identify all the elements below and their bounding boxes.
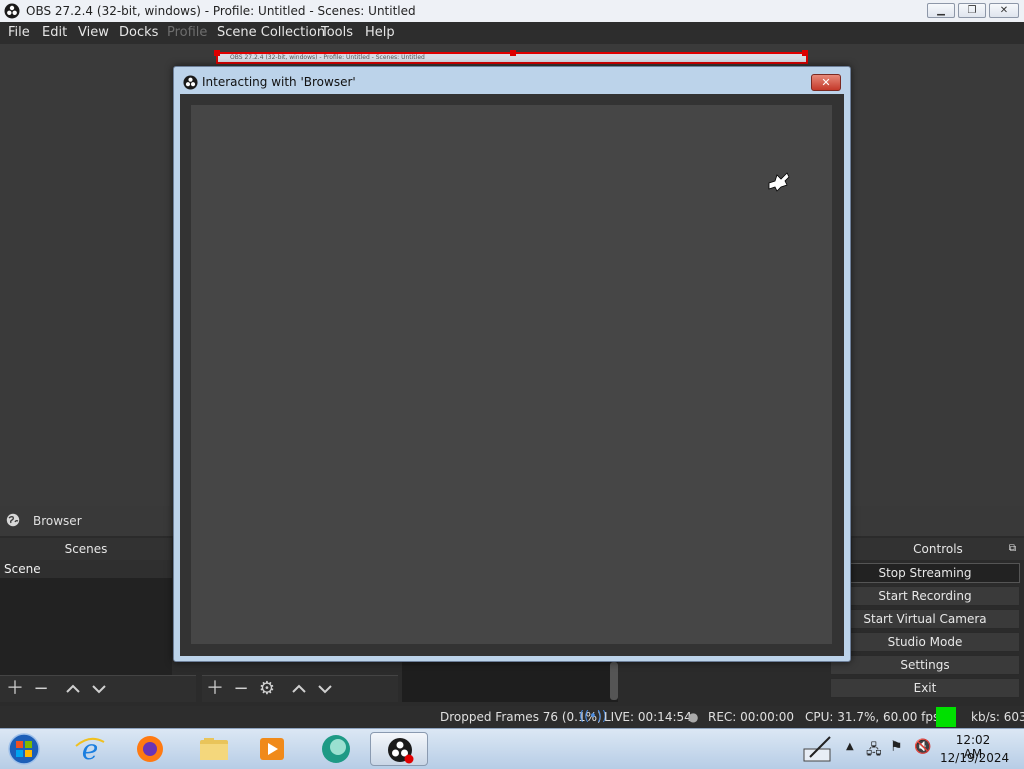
window-title: OBS 27.2.4 (32-bit, windows) - Profile: …: [26, 4, 416, 18]
move-down-icon[interactable]: [316, 680, 334, 698]
menu-scene-collection[interactable]: Scene Collection: [217, 25, 325, 40]
move-up-icon[interactable]: [290, 680, 308, 698]
menu-profile[interactable]: Profile: [167, 25, 207, 40]
settings-button[interactable]: Settings: [830, 655, 1020, 675]
bitrate: kb/s: 6033: [971, 710, 1024, 724]
remove-source-button[interactable]: −: [232, 680, 250, 698]
network-icon[interactable]: 🖧: [866, 739, 882, 763]
remove-scene-button[interactable]: −: [32, 680, 50, 698]
scrollbar[interactable]: [610, 662, 618, 700]
preview-thumbnail-title: OBS 27.2.4 (32-bit, windows) - Profile: …: [230, 54, 425, 61]
menu-docks[interactable]: Docks: [119, 25, 158, 40]
show-hidden-icons[interactable]: ▲: [846, 741, 854, 752]
dock-float-icon[interactable]: ⧉: [1009, 538, 1016, 560]
exit-button[interactable]: Exit: [830, 678, 1020, 698]
record-dot-icon: ●: [688, 710, 699, 724]
resize-handle[interactable]: [510, 50, 516, 56]
live-signal-icon: ((•)): [579, 709, 607, 724]
browser-interaction-area[interactable]: [191, 105, 832, 644]
menu-bar: File Edit View Docks Profile Scene Colle…: [0, 22, 1024, 44]
gear-icon[interactable]: ⚙: [258, 680, 276, 698]
live-time: LIVE: 00:14:54: [604, 710, 692, 724]
resize-handle[interactable]: [802, 50, 808, 56]
interact-dialog: Interacting with 'Browser' ✕: [173, 66, 851, 662]
dropped-frames: Dropped Frames 76 (0.1%): [440, 710, 602, 724]
menu-file[interactable]: File: [8, 25, 30, 40]
close-icon: ✕: [821, 76, 831, 89]
status-bar: Dropped Frames 76 (0.1%) ((•)) LIVE: 00:…: [0, 706, 1024, 728]
dialog-frame: [180, 94, 844, 656]
scene-name: Scene: [4, 562, 41, 576]
start-virtual-camera-button[interactable]: Start Virtual Camera: [830, 609, 1020, 629]
add-source-button[interactable]: ＋: [206, 680, 224, 698]
action-center-flag-icon[interactable]: ⚑: [890, 739, 903, 755]
globe-icon: [6, 513, 20, 527]
obs-studio-icon: [388, 738, 414, 764]
file-explorer-icon[interactable]: [194, 732, 234, 766]
dialog-close-button[interactable]: ✕: [811, 74, 841, 91]
add-scene-button[interactable]: ＋: [6, 680, 24, 698]
minimize-icon: ▁: [937, 5, 945, 16]
move-up-icon[interactable]: [64, 680, 82, 698]
start-recording-button[interactable]: Start Recording: [830, 586, 1020, 606]
svg-text:e: e: [82, 733, 99, 766]
menu-help[interactable]: Help: [365, 25, 395, 40]
scenes-dock-header: Scenes: [0, 538, 172, 560]
volume-muted-icon[interactable]: 🔇: [914, 739, 931, 755]
media-player-icon[interactable]: [252, 732, 292, 766]
close-icon: ✕: [999, 5, 1009, 16]
controls-dock-title: Controls: [913, 542, 963, 556]
obs-logo-icon: [183, 75, 198, 90]
dialog-title: Interacting with 'Browser': [202, 75, 356, 89]
sources-toolbar: ＋ − ⚙: [202, 675, 398, 702]
internet-explorer-icon[interactable]: e: [70, 732, 110, 766]
windows-start-icon[interactable]: [4, 732, 44, 766]
menu-view[interactable]: View: [78, 25, 109, 40]
rec-time: REC: 00:00:00: [708, 710, 795, 724]
move-down-icon[interactable]: [90, 680, 108, 698]
preview-source-bounds[interactable]: OBS 27.2.4 (32-bit, windows) - Profile: …: [214, 50, 808, 64]
obs-taskbar-button[interactable]: [370, 732, 428, 766]
minimize-button[interactable]: ▁: [927, 3, 955, 18]
source-name: Browser: [33, 514, 82, 528]
clock-date[interactable]: 12/19/2024: [940, 751, 1009, 765]
scenes-toolbar: ＋ −: [0, 675, 196, 702]
list-item[interactable]: Scene: [0, 560, 172, 578]
restore-icon: ❐: [967, 5, 977, 16]
cursor-icon: [768, 172, 790, 192]
menu-edit[interactable]: Edit: [42, 25, 67, 40]
pen-tablet-icon[interactable]: [802, 735, 834, 763]
firefox-icon[interactable]: [130, 732, 170, 766]
controls-dock-header: Controls ⧉: [852, 538, 1024, 560]
audio-mixer-panel: [402, 662, 618, 702]
close-button[interactable]: ✕: [989, 3, 1019, 18]
menu-tools[interactable]: Tools: [321, 25, 353, 40]
studio-mode-button[interactable]: Studio Mode: [830, 632, 1020, 652]
restore-button[interactable]: ❐: [958, 3, 986, 18]
window-title-bar: OBS 27.2.4 (32-bit, windows) - Profile: …: [0, 0, 1024, 23]
windows-taskbar: e ▲ 🖧 ⚑ 🔇 12:02 AM 12/19/2024: [0, 728, 1024, 769]
scenes-list[interactable]: Scene: [0, 560, 172, 675]
obs-logo-icon: [4, 3, 20, 19]
stream-health-indicator: [936, 707, 956, 727]
cpu-fps: CPU: 31.7%, 60.00 fps: [805, 710, 940, 724]
app-green-icon[interactable]: [316, 732, 356, 766]
stop-streaming-button[interactable]: Stop Streaming: [830, 563, 1020, 583]
resize-handle[interactable]: [214, 50, 220, 56]
